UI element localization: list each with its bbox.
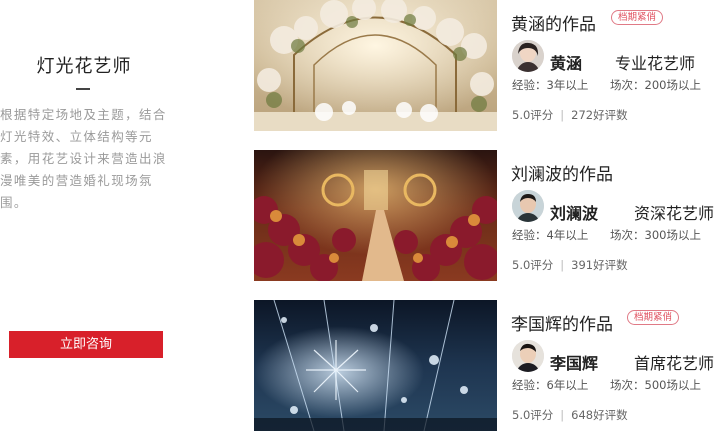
florist-role: 专业花艺师 [615,54,696,73]
reviews-text: 391好评数 [571,258,628,272]
hot-schedule-badge: 档期紧俏 [627,310,680,325]
florist-role: 资深花艺师 [634,204,715,223]
score-text: 5.0评分 [512,108,554,122]
florist-role: 首席花艺师 [634,354,715,373]
separator: | [560,408,565,422]
separator: | [560,258,565,272]
sessions-text: 场次：300场以上 [610,228,701,242]
sessions-text: 场次：200场以上 [610,78,701,92]
florist-card: 黄涵的作品 档期紧俏 黄涵 专业花艺师 经验：3年以上 场次：200场以上 5.… [254,0,723,131]
works-title[interactable]: 刘澜波的作品 [511,160,613,185]
consult-button[interactable]: 立即咨询 [9,331,163,358]
florist-name: 黄涵 [550,54,583,73]
florist-card: 李国辉的作品 档期紧俏 李国辉 首席花艺师 经验：6年以上 场次：500场以上 … [254,300,723,431]
rating-line: 5.0评分 | 272好评数 [512,107,628,123]
score-text: 5.0评分 [512,408,554,422]
reviews-text: 272好评数 [571,108,628,122]
wedding-photo[interactable] [254,150,497,281]
avatar [512,340,544,372]
title-divider [76,88,90,90]
intro-title: 灯光花艺师 [36,56,132,77]
works-title[interactable]: 李国辉的作品 [511,310,613,335]
rating-line: 5.0评分 | 391好评数 [512,257,628,273]
experience-text: 经验：4年以上 [512,228,589,242]
experience-text: 经验：3年以上 [512,78,589,92]
sessions-text: 场次：500场以上 [610,378,701,392]
florist-card: 刘澜波的作品 刘澜波 资深花艺师 经验：4年以上 场次：300场以上 5.0评分… [254,150,723,281]
avatar [512,40,544,72]
works-title[interactable]: 黄涵的作品 [511,10,596,35]
wedding-photo[interactable] [254,0,497,131]
avatar [512,190,544,222]
reviews-text: 648好评数 [571,408,628,422]
hot-schedule-badge: 档期紧俏 [611,10,664,25]
score-text: 5.0评分 [512,258,554,272]
wedding-photo[interactable] [254,300,497,431]
experience-text: 经验：6年以上 [512,378,589,392]
rating-line: 5.0评分 | 648好评数 [512,407,628,423]
separator: | [560,108,565,122]
intro-description: 根据特定场地及主题，结合灯光特效、立体结构等元素，用花艺设计来营造出浪漫唯美的营… [0,107,167,210]
florist-name: 李国辉 [550,354,599,373]
florist-name: 刘澜波 [550,204,599,223]
